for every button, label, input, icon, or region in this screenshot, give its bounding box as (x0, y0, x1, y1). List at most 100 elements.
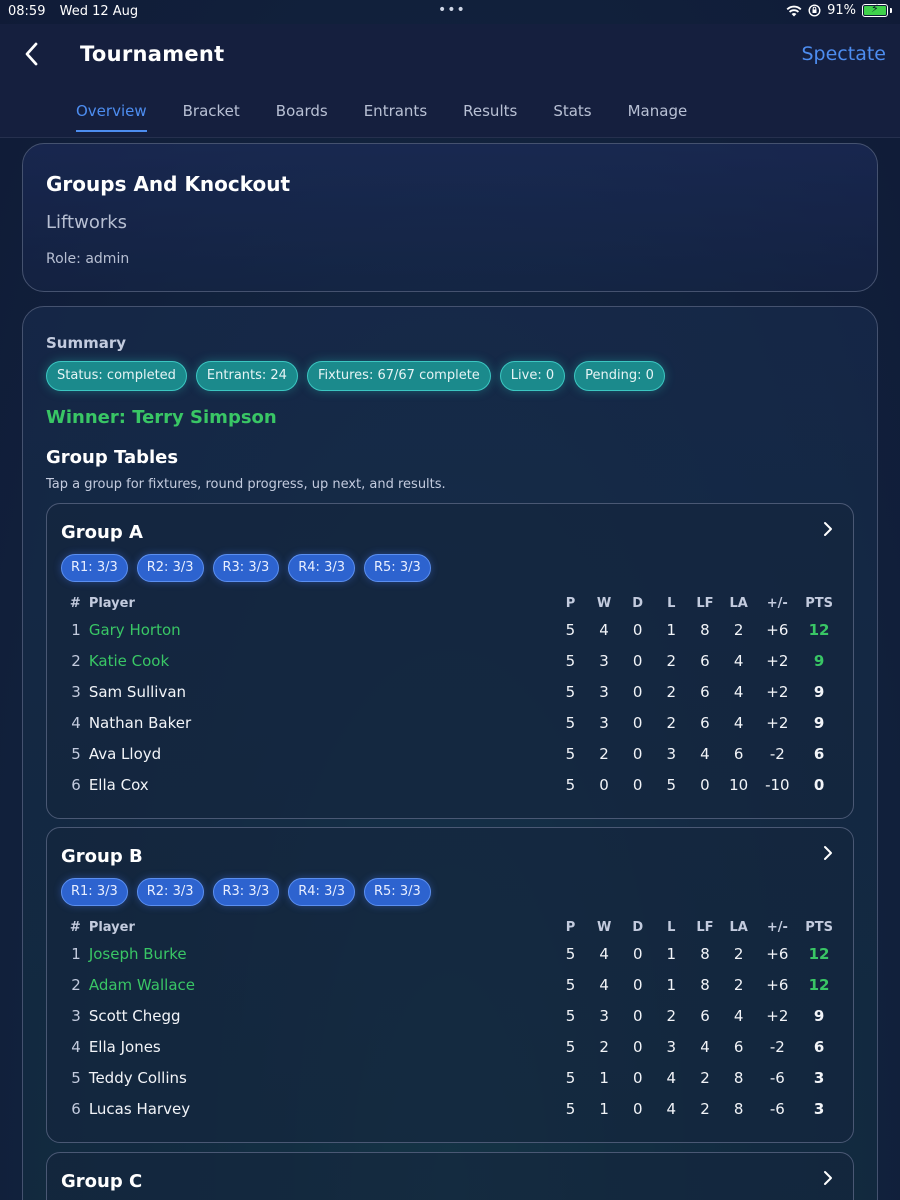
tab-stats[interactable]: Stats (535, 100, 609, 130)
row-position: 5 (71, 744, 81, 763)
summary-chips: Status: completed Entrants: 24 Fixtures:… (46, 361, 665, 391)
standings-body: 1 Gary Horton 5 4 0 1 8 2 +6 12 2 Katie Cook 5 3 0 2 6 4 +… (61, 614, 839, 800)
row-legs-against: 2 (733, 620, 744, 639)
row-leg-difference: +6 (766, 975, 789, 994)
tab-results[interactable]: Results (445, 100, 535, 130)
tab-boards[interactable]: Boards (258, 100, 346, 130)
row-legs-for: 8 (700, 975, 710, 994)
col-header-w: W (596, 595, 612, 611)
back-button[interactable] (20, 40, 44, 68)
row-legs-for: 6 (700, 682, 710, 701)
row-wins: 0 (599, 775, 609, 794)
row-player-name: Sam Sullivan (88, 682, 187, 701)
row-played: 5 (565, 744, 576, 763)
row-legs-for: 4 (700, 1037, 710, 1056)
row-legs-for: 6 (700, 1006, 710, 1025)
group-card-b[interactable]: Group B R1: 3/3 R2: 3/3 R3: 3/3 R4: 3/3 … (46, 827, 854, 1143)
row-draws: 0 (632, 1037, 643, 1056)
group-card-a[interactable]: Group A R1: 3/3 R2: 3/3 R3: 3/3 R4: 3/3 … (46, 503, 854, 819)
row-draws: 0 (632, 713, 643, 732)
row-position: 6 (71, 1099, 81, 1118)
group-tables-heading: Group Tables (46, 447, 179, 468)
row-position: 1 (71, 944, 81, 963)
tab-overview[interactable]: Overview (58, 100, 165, 132)
group-card-c[interactable]: Group C (46, 1152, 854, 1200)
row-wins: 4 (599, 944, 609, 963)
row-losses: 2 (666, 651, 677, 670)
col-header-diff: +/- (766, 595, 788, 611)
nav-header: Tournament Spectate Overview Bracket Boa… (0, 24, 900, 138)
standings-table: # Player P W D L LF LA +/- PTS 1 Joseph B… (61, 916, 839, 1124)
round-chip: R5: 3/3 (364, 554, 431, 582)
venue-name: Liftworks (46, 212, 128, 233)
row-player-name: Ava Lloyd (88, 744, 162, 763)
row-legs-against: 8 (733, 1099, 744, 1118)
row-legs-for: 0 (700, 775, 710, 794)
row-wins: 1 (599, 1068, 609, 1087)
table-row: 3 Sam Sullivan 5 3 0 2 6 4 +2 9 (61, 676, 839, 707)
row-legs-against: 6 (733, 1037, 744, 1056)
row-wins: 2 (599, 1037, 609, 1056)
chevron-left-icon (25, 42, 38, 66)
winner-label: Winner: Terry Simpson (46, 407, 277, 428)
tab-manage[interactable]: Manage (610, 100, 706, 130)
row-points: 9 (813, 682, 825, 701)
row-draws: 0 (632, 775, 643, 794)
row-legs-against: 4 (733, 651, 744, 670)
row-legs-against: 6 (733, 744, 744, 763)
row-leg-difference: -10 (765, 775, 790, 794)
row-losses: 1 (666, 620, 677, 639)
row-legs-against: 10 (729, 775, 749, 794)
tab-bracket[interactable]: Bracket (165, 100, 258, 130)
row-draws: 0 (632, 1099, 643, 1118)
row-leg-difference: +2 (766, 651, 789, 670)
row-leg-difference: -2 (769, 744, 785, 763)
page-title: Tournament (80, 42, 225, 66)
row-position: 5 (71, 1068, 81, 1087)
status-chip: Status: completed (46, 361, 187, 391)
row-legs-for: 2 (700, 1099, 710, 1118)
row-position: 3 (71, 1006, 81, 1025)
row-legs-for: 2 (700, 1068, 710, 1087)
row-losses: 5 (666, 775, 677, 794)
row-player-name: Scott Chegg (88, 1006, 181, 1025)
spectate-button[interactable]: Spectate (802, 43, 887, 65)
col-header-l: L (667, 595, 676, 611)
chevron-right-icon (824, 1171, 832, 1185)
row-legs-for: 8 (700, 620, 710, 639)
round-chip: R2: 3/3 (136, 878, 204, 906)
standings-table: # Player P W D L LF LA +/- PTS 1 Gary Hor… (61, 592, 839, 800)
table-row: 6 Ella Cox 5 0 0 5 0 10 -10 0 (61, 769, 839, 800)
row-leg-difference: +6 (766, 620, 789, 639)
row-played: 5 (565, 620, 576, 639)
row-losses: 3 (666, 744, 677, 763)
row-leg-difference: +2 (766, 713, 789, 732)
row-wins: 4 (599, 620, 609, 639)
multitasking-dots-icon[interactable]: ••• (438, 2, 466, 18)
round-chip: R1: 3/3 (61, 878, 128, 906)
row-position: 2 (71, 651, 81, 670)
row-player-name: Katie Cook (88, 651, 170, 670)
row-played: 5 (565, 775, 576, 794)
row-played: 5 (565, 1006, 576, 1025)
round-chip: R1: 3/3 (61, 554, 128, 582)
chevron-right-icon (824, 522, 832, 536)
col-header-w: W (596, 919, 612, 935)
row-draws: 0 (632, 1006, 643, 1025)
row-legs-against: 2 (733, 944, 744, 963)
row-player-name: Joseph Burke (88, 944, 187, 963)
table-header-row: # Player P W D L LF LA +/- PTS (61, 916, 839, 938)
round-chip: R3: 3/3 (212, 554, 280, 582)
row-played: 5 (565, 944, 576, 963)
table-row: 1 Gary Horton 5 4 0 1 8 2 +6 12 (61, 614, 839, 645)
tournament-info-card: Groups And Knockout Liftworks Role: admi… (22, 143, 878, 292)
battery-percent: 91% (827, 3, 856, 18)
round-progress: R1: 3/3 R2: 3/3 R3: 3/3 R4: 3/3 R5: 3/3 (61, 878, 431, 906)
col-header-pos: # (69, 919, 81, 935)
row-leg-difference: +6 (766, 944, 789, 963)
table-row: 2 Katie Cook 5 3 0 2 6 4 +2 9 (61, 645, 839, 676)
col-header-l: L (667, 919, 676, 935)
tab-entrants[interactable]: Entrants (346, 100, 445, 130)
row-player-name: Gary Horton (88, 620, 181, 639)
row-points: 6 (813, 744, 825, 763)
